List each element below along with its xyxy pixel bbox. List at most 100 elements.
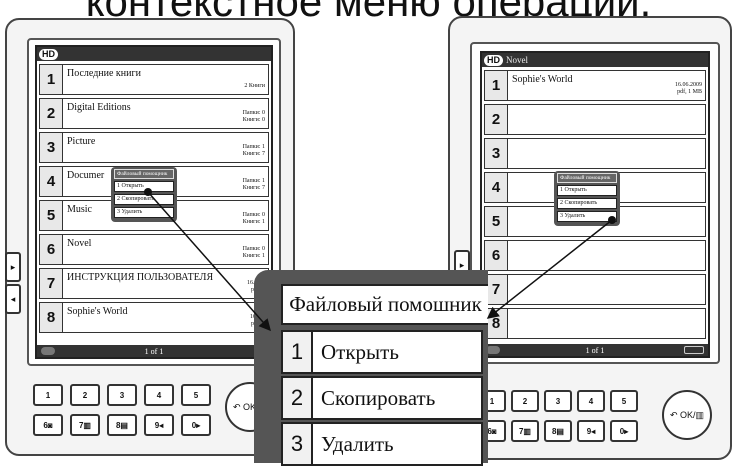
right-mini-item-delete[interactable]: 3 Удалить: [557, 211, 617, 222]
meta-line: pdf, 1 MB: [677, 89, 702, 95]
chevron-right-icon: ▸: [459, 259, 465, 270]
list-item-cell: ИНСТРУКЦИЯ ПОЛЬЗОВАТЕЛЯ16.06.2pdf, 1: [63, 268, 269, 299]
left-mini-item-open[interactable]: 1 Открыть: [114, 181, 174, 192]
right-screen: HD Novel 1 Sophie's World 16.06.2009 pdf, 1…: [480, 51, 710, 358]
keypad-key[interactable]: 9◂: [577, 420, 605, 442]
page-back-button[interactable]: ◂: [5, 284, 21, 314]
menu-item-delete[interactable]: 3 Удалить: [281, 422, 483, 466]
list-item[interactable]: 1 Последние книги 2 Книги: [39, 64, 269, 95]
left-footer-bar: 1 of 1: [37, 345, 271, 357]
keypad-key[interactable]: 0▸: [181, 414, 211, 436]
right-mini-popup: Файловый помощник 1 Открыть 2 Скопироват…: [554, 171, 620, 226]
keypad-key[interactable]: 3: [107, 384, 137, 406]
left-mini-item-delete[interactable]: 3 Удалить: [114, 207, 174, 218]
menu-item-label: Скопировать: [321, 385, 436, 410]
keypad-key[interactable]: 6◙: [33, 414, 63, 436]
left-mini-item-copy[interactable]: 2 Скопировать: [114, 194, 174, 205]
right-mini-item-copy[interactable]: 2 Скопировать: [557, 198, 617, 209]
meta-line: 2 Книги: [244, 83, 265, 89]
chevron-left-icon: ◂: [10, 293, 16, 304]
keypad-key[interactable]: 9◂: [144, 414, 174, 436]
mini-label: Удалить: [121, 209, 143, 215]
list-item-cell: [508, 240, 706, 271]
right-keypad: 1 2 3 4 5 6◙ 7▥ 8▤ 9◂ 0▸: [478, 390, 638, 442]
left-page-indicator: 1 of 1: [144, 346, 164, 356]
meta-line: Папки: 1: [242, 144, 265, 150]
list-item[interactable]: 2 Digital Editions Папки: 0 Книги: 0: [39, 98, 269, 129]
list-item-meta: Папки: 1 Книги: 7: [243, 144, 265, 158]
file-helper-popup-zoomed: Файловый помошник 1 Открыть 2 Скопироват…: [254, 270, 488, 466]
right-ebook-reader: HD Novel 1 Sophie's World 16.06.2009 pdf, 1…: [448, 16, 732, 460]
keypad-key[interactable]: 8▤: [107, 414, 137, 436]
left-screen-bezel: HD 1 Последние книги 2 Книги 2 Digital Editi…: [27, 38, 281, 366]
right-mini-popup-title: Файловый помощник: [557, 173, 617, 183]
mini-label: Открыть: [121, 183, 144, 189]
meta-line: Книги: 7: [242, 151, 265, 157]
keypad-key[interactable]: 5: [610, 390, 638, 412]
keypad-key[interactable]: 3: [544, 390, 572, 412]
list-item-cell: [508, 274, 706, 305]
list-item-number: 7: [39, 268, 63, 299]
menu-item-open[interactable]: 1 Открыть: [281, 330, 483, 374]
list-item[interactable]: 1 Sophie's World 16.06.2009 pdf, 1 MB: [484, 70, 706, 101]
list-item-number: 4: [484, 172, 508, 203]
left-ebook-reader: HD 1 Последние книги 2 Книги 2 Digital Editi…: [5, 18, 295, 456]
list-item-title: Digital Editions: [67, 102, 131, 113]
keypad-key[interactable]: 4: [144, 384, 174, 406]
mini-num: 1: [117, 183, 120, 189]
list-item-meta: 16.06.2009 pdf, 1 MB: [675, 82, 702, 96]
home-icon[interactable]: [486, 346, 500, 354]
menu-item-number: 2: [283, 378, 313, 418]
meta-line: 16.06.2009: [675, 82, 702, 88]
keypad-key[interactable]: 2: [70, 384, 100, 406]
home-icon[interactable]: [41, 347, 55, 355]
list-item[interactable]: 2: [484, 104, 706, 135]
keypad-key[interactable]: 7▥: [70, 414, 100, 436]
right-footer-bar: 1 of 1: [482, 344, 708, 356]
keypad-key[interactable]: 1: [33, 384, 63, 406]
mini-num: 2: [560, 200, 563, 206]
mini-label: Открыть: [564, 187, 587, 193]
mini-label: Скопировать: [121, 196, 155, 202]
right-ok-button[interactable]: ↶ OK/▥: [662, 390, 712, 440]
list-item-cell: Novel Папки: 0 Книги: 1: [63, 234, 269, 265]
list-item[interactable]: 6: [484, 240, 706, 271]
meta-line: Книги: 7: [242, 185, 265, 191]
list-item-cell: [508, 138, 706, 169]
list-item-number: 6: [39, 234, 63, 265]
list-item-number: 6: [484, 240, 508, 271]
right-mini-item-open[interactable]: 1 Открыть: [557, 185, 617, 196]
list-item-number: 5: [39, 200, 63, 231]
page-forward-button[interactable]: ▸: [5, 252, 21, 282]
list-item-meta: Папки: 1 Книги: 7: [243, 178, 265, 192]
list-item[interactable]: 8Sophie's World16.06.pdf, 1: [39, 302, 269, 333]
list-item[interactable]: 7ИНСТРУКЦИЯ ПОЛЬЗОВАТЕЛЯ16.06.2pdf, 1: [39, 268, 269, 299]
list-item-number: 3: [39, 132, 63, 163]
keypad-key[interactable]: 8▤: [544, 420, 572, 442]
list-item[interactable]: 6 Novel Папки: 0 Книги: 1: [39, 234, 269, 265]
list-item[interactable]: 3: [484, 138, 706, 169]
mini-num: 1: [560, 187, 563, 193]
keypad-key[interactable]: 0▸: [610, 420, 638, 442]
list-item[interactable]: 3 Picture Папки: 1 Книги: 7: [39, 132, 269, 163]
meta-line: Папки: 0: [242, 110, 265, 116]
left-header-bar: HD: [37, 47, 271, 61]
list-item-meta: Папки: 0 Книги: 1: [243, 246, 265, 260]
menu-item-copy[interactable]: 2 Скопировать: [281, 376, 483, 420]
list-item-meta: 2 Книги: [244, 83, 265, 90]
list-item-cell: Digital Editions Папки: 0 Книги: 0: [63, 98, 269, 129]
left-mini-popup-title: Файловый помощник: [114, 169, 174, 179]
list-item-cell: Последние книги 2 Книги: [63, 64, 269, 95]
keypad-key[interactable]: 5: [181, 384, 211, 406]
ok-label: ↶ OK/▥: [669, 409, 705, 420]
meta-line: Папки: 1: [242, 178, 265, 184]
keypad-key[interactable]: 4: [577, 390, 605, 412]
keypad-key[interactable]: 7▥: [511, 420, 539, 442]
right-header-bar: HD Novel: [482, 53, 708, 67]
right-page-indicator: 1 of 1: [585, 345, 605, 355]
list-item[interactable]: 8: [484, 308, 706, 339]
list-item-title: Novel: [67, 238, 92, 249]
popup-title: Файловый помошник: [281, 284, 488, 325]
keypad-key[interactable]: 2: [511, 390, 539, 412]
list-item[interactable]: 7: [484, 274, 706, 305]
